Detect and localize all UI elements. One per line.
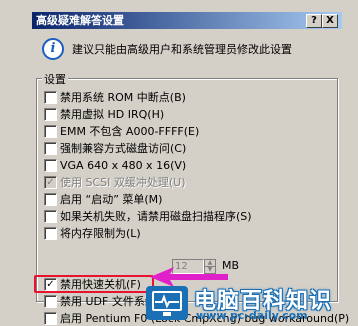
annotation-highlight-box [34,275,154,293]
checkbox[interactable] [44,142,57,155]
close-button[interactable]: X [322,14,338,28]
help-button[interactable]: ? [306,14,322,28]
checkbox[interactable] [44,159,57,172]
option-label: 如果关机失败，请禁用磁盘扫描程序(S) [60,210,252,223]
checkbox-checked-disabled: ✓ [44,176,57,189]
info-icon: i [42,38,64,60]
monitor-logo-icon [146,286,188,320]
window-title: 高级疑难解答设置 [36,14,124,27]
pulse-icon [155,294,179,309]
option-label: 启用 “启动” 菜单(M) [60,193,163,206]
option-label: 强制兼容方式磁盘访问(C) [60,142,187,155]
checkbox[interactable] [44,295,57,308]
checkbox[interactable] [44,210,57,223]
option-label: VGA 640 x 480 x 16(V) [60,159,187,172]
info-message: 建议只能由高级用户和系统管理员修改此设置 [72,43,292,56]
checkbox[interactable] [44,312,57,325]
option-label: 禁用系统 ROM 中断点(B) [60,91,186,104]
option-label: 使用 SCSI 双缓冲处理(U) [60,176,186,189]
title-bar: 高级疑难解答设置 ? X [32,12,342,29]
monitor-screen-shape [152,291,182,311]
settings-group-label: 设置 [42,71,68,87]
option-label: EMM 不包含 A000-FFFF(E) [60,125,200,138]
watermark-url: www.pc-daily.com [196,309,308,322]
checkbox[interactable] [44,108,57,121]
monitor-stand-shape [163,312,171,316]
checkbox[interactable] [44,91,57,104]
option-label: 禁用虚拟 HD IRQ(H) [60,108,165,121]
checkbox[interactable] [44,227,57,240]
checkbox[interactable] [44,193,57,206]
checkbox[interactable] [44,125,57,138]
option-label: 将内存限制为(L) [60,227,141,240]
advanced-troubleshooting-dialog: 高级疑难解答设置 ? X i 建议只能由高级用户和系统管理员修改此设置 设置 禁… [0,0,358,325]
